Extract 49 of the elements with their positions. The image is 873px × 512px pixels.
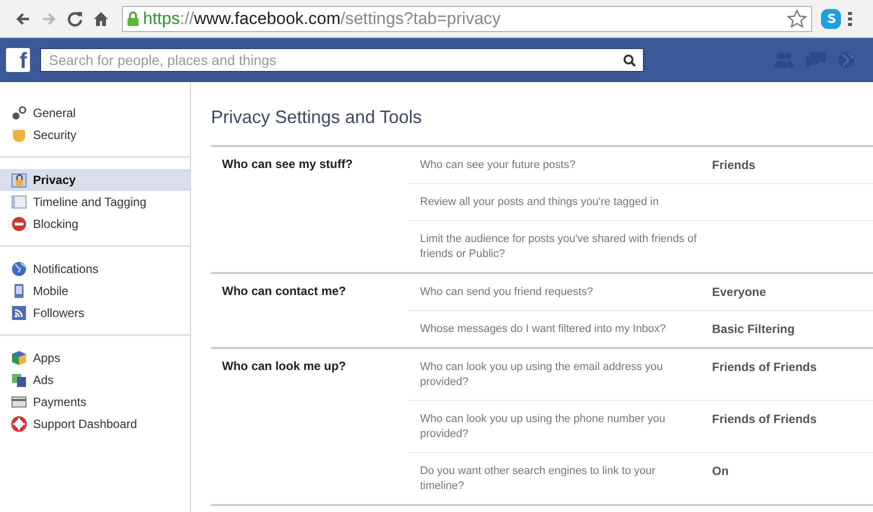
setting-value: Friends of Friends <box>711 360 817 376</box>
sidebar-item[interactable]: Privacy <box>0 169 190 191</box>
section-label: Who can contact me? <box>221 283 348 300</box>
page-title: Privacy Settings and Tools <box>211 107 423 128</box>
section-label: Who can look me up? <box>221 358 348 375</box>
sidebar-item[interactable]: Timeline and Tagging <box>0 191 190 213</box>
setting-value: Everyone <box>711 285 766 300</box>
card-icon <box>11 394 27 410</box>
facebook-logo[interactable]: f <box>6 48 30 72</box>
feed-icon <box>11 305 27 321</box>
setting-question[interactable]: Who can look you up using the email address you provided? <box>420 360 700 390</box>
setting-value: Basic Filtering <box>711 322 795 337</box>
ads-icon <box>11 372 27 388</box>
lifebuoy-icon <box>11 416 27 432</box>
sidebar-item[interactable]: Blocking <box>0 213 190 235</box>
setting-question[interactable]: Do you want other search engines to link to your timeline? <box>420 464 700 494</box>
sidebar-item[interactable]: Security <box>0 124 190 146</box>
lock-icon <box>127 11 139 26</box>
sidebar-item[interactable]: Notifications <box>0 258 190 280</box>
sidebar-item[interactable]: Ads <box>0 369 190 391</box>
setting-question[interactable]: Who can look you up using the phone number you provided? <box>420 412 700 442</box>
setting-question[interactable]: Who can send you friend requests? <box>420 285 700 300</box>
setting-question[interactable]: Who can see your future posts? <box>420 158 700 173</box>
sidebar-item[interactable]: Followers <box>0 302 190 324</box>
setting-question[interactable]: Review all your posts and things you're tagged in <box>420 195 700 210</box>
star-icon[interactable] <box>787 8 807 28</box>
sidebar-item[interactable]: Support Dashboard <box>0 413 190 435</box>
globe-icon <box>11 261 27 277</box>
no-entry-icon <box>11 216 27 232</box>
menu-icon[interactable] <box>848 12 852 26</box>
search-field[interactable]: Search for people, places and things <box>40 48 644 72</box>
setting-question[interactable]: Limit the audience for posts you've shared with friends of friends or Public? <box>420 232 700 262</box>
timeline-icon <box>11 194 27 210</box>
sidebar-item[interactable]: General <box>0 102 190 124</box>
cube-icon <box>11 350 27 366</box>
skype-icon[interactable] <box>820 8 842 30</box>
sidebar-item[interactable]: Mobile <box>0 280 190 302</box>
search-icon[interactable] <box>623 54 636 66</box>
setting-question[interactable]: Whose messages do I want filtered into my Inbox? <box>420 322 700 337</box>
shield-icon <box>11 127 27 143</box>
address-bar[interactable]: https://www.facebook.com/settings?tab=privacy <box>122 6 812 32</box>
section-label: Who can see my stuff? <box>221 156 354 173</box>
padlock-icon <box>11 172 27 188</box>
setting-value: Friends of Friends <box>711 412 817 428</box>
setting-value: On <box>711 464 729 480</box>
setting-value: Friends <box>711 158 756 173</box>
sidebar-item[interactable]: Payments <box>0 391 190 413</box>
url-text: https://www.facebook.com/settings?tab=privacy <box>143 8 501 28</box>
sidebar-item[interactable]: Apps <box>0 347 190 369</box>
